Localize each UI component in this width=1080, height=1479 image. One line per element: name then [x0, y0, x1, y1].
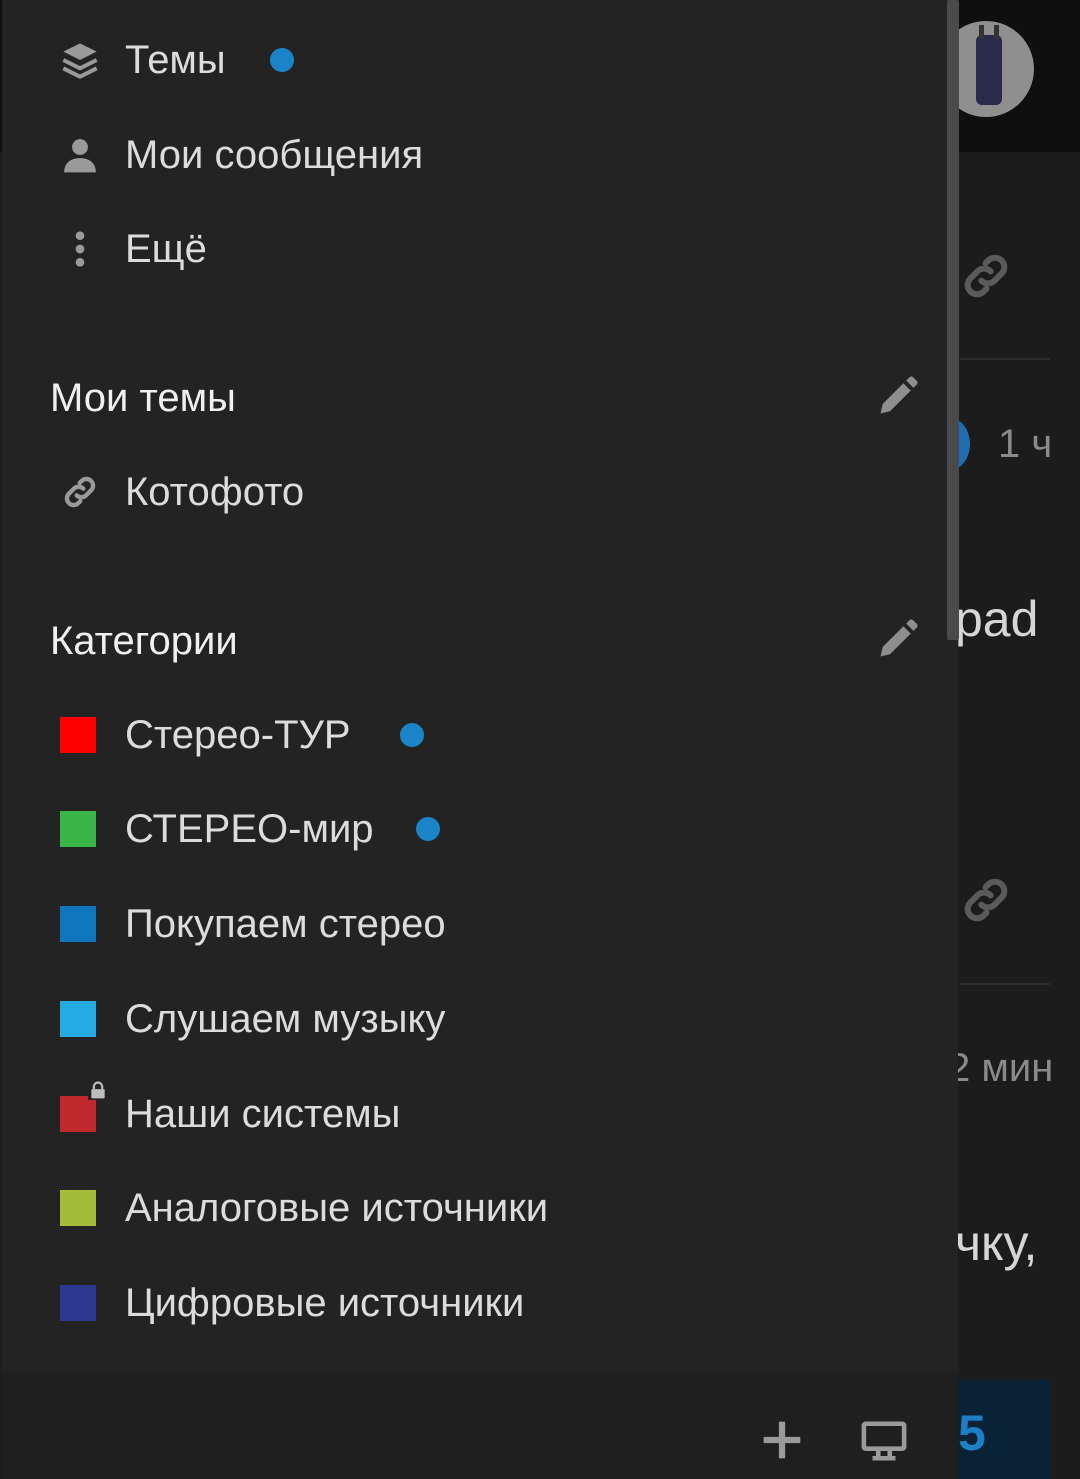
sidebar-item-my-posts[interactable]: Мои сообщения [2, 115, 932, 195]
pencil-icon[interactable] [875, 618, 919, 662]
unread-dot [270, 48, 294, 72]
post-snippet: pad [955, 591, 1039, 647]
sidebar-item-label: Темы [125, 37, 226, 82]
plus-icon[interactable] [760, 1418, 804, 1462]
category-item[interactable]: Покупаем стерео [2, 884, 932, 964]
link-icon [964, 254, 1008, 298]
divider [960, 358, 1050, 360]
lock-icon [88, 1080, 108, 1100]
sidebar-footer [2, 1372, 958, 1479]
category-label: Стерео-ТУР [125, 712, 351, 757]
sidebar-drawer: Темы Мои сообщения Ещё Мои темы Котофото… [2, 0, 959, 1479]
reply-count-badge: 5 [958, 1380, 1050, 1479]
user-icon [58, 133, 102, 177]
category-label: СТЕРЕО-мир [125, 806, 374, 851]
section-title-categories: Категории [50, 619, 238, 663]
link-icon [58, 470, 102, 514]
sidebar-item-label: Мои сообщения [125, 132, 424, 177]
category-color-swatch [60, 811, 96, 847]
category-label: Аналоговые источники [125, 1185, 549, 1230]
reply-count: 5 [958, 1405, 986, 1461]
category-label: Покупаем стерео [125, 901, 446, 946]
pencil-icon[interactable] [875, 375, 919, 419]
category-item[interactable]: Слушаем музыку [2, 979, 932, 1059]
more-vertical-icon [58, 227, 102, 271]
unread-dot [416, 817, 440, 841]
sidebar-item-more[interactable]: Ещё [2, 209, 932, 289]
desktop-icon[interactable] [861, 1418, 907, 1464]
divider [960, 983, 1050, 985]
category-color-swatch [60, 1096, 96, 1132]
sidebar-item-kotofoto[interactable]: Котофото [2, 452, 932, 532]
category-color-swatch [60, 1001, 96, 1037]
scrollbar[interactable] [947, 0, 959, 640]
sidebar-item-label: Ещё [125, 226, 207, 271]
category-item[interactable]: Аналоговые источники [2, 1168, 932, 1248]
category-color-swatch [60, 906, 96, 942]
unread-dot [400, 723, 424, 747]
category-item[interactable]: Наши системы [2, 1074, 932, 1154]
category-color-swatch [60, 1190, 96, 1226]
link-icon [964, 878, 1008, 922]
timestamp: 2 мин [948, 1046, 1054, 1090]
category-color-swatch [60, 717, 96, 753]
post-snippet: чку, [955, 1215, 1038, 1271]
category-item[interactable]: Цифровые источники [2, 1263, 932, 1343]
timestamp: 1 ч [998, 422, 1053, 466]
category-color-swatch [60, 1285, 96, 1321]
category-item[interactable]: Стерео-ТУР [2, 695, 932, 775]
section-title-my-topics: Мои темы [50, 376, 236, 420]
category-label: Цифровые источники [125, 1280, 525, 1325]
sidebar-item-label: Котофото [125, 469, 305, 514]
category-label: Наши системы [125, 1091, 401, 1136]
layers-icon [58, 38, 102, 82]
sidebar-item-topics[interactable]: Темы [2, 20, 932, 100]
category-item[interactable]: СТЕРЕО-мир [2, 789, 932, 869]
category-label: Слушаем музыку [125, 996, 446, 1041]
